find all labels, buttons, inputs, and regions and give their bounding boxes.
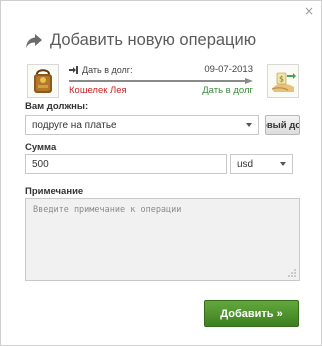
- dialog-header: Добавить новую операцию: [25, 31, 256, 50]
- from-account: Кошелек Лея: [69, 85, 127, 96]
- transfer-arrow-icon: [69, 78, 253, 84]
- note-textarea[interactable]: Введите примечание к операции: [25, 198, 300, 281]
- close-icon[interactable]: ×: [304, 4, 314, 18]
- dialog-title: Добавить новую операцию: [50, 31, 257, 49]
- chevron-down-icon: [246, 123, 252, 127]
- resize-handle-icon[interactable]: [288, 269, 296, 277]
- add-button[interactable]: Добавить »: [204, 300, 299, 327]
- new-debt-button[interactable]: Новый долг: [265, 115, 300, 135]
- svg-text:$: $: [279, 75, 284, 84]
- currency-select[interactable]: usd: [230, 154, 293, 174]
- lend-money-icon: $: [267, 64, 299, 98]
- debtor-select[interactable]: подруге на платье: [25, 115, 259, 135]
- share-arrow-icon: [26, 33, 42, 48]
- amount-input[interactable]: 500: [25, 154, 227, 174]
- amount-label: Сумма: [25, 142, 57, 153]
- chevron-down-icon: [280, 162, 286, 166]
- note-label: Примечание: [25, 186, 84, 197]
- to-label: Дать в долг: [202, 85, 253, 96]
- operation-type-row: Дать в долг: 09-07-2013: [69, 64, 253, 75]
- purse-icon: [27, 64, 59, 98]
- login-arrow-icon: [69, 65, 78, 74]
- add-operation-dialog: × Добавить новую операцию Дать в долг: 0…: [0, 0, 322, 346]
- operation-summary: Дать в долг: 09-07-2013 Кошелек Лея Дать…: [25, 61, 299, 99]
- operation-accounts-row: Кошелек Лея Дать в долг: [69, 85, 253, 96]
- operation-type-label: Дать в долг:: [82, 64, 133, 75]
- operation-date: 09-07-2013: [204, 64, 253, 75]
- debtor-label: Вам должны:: [25, 101, 89, 112]
